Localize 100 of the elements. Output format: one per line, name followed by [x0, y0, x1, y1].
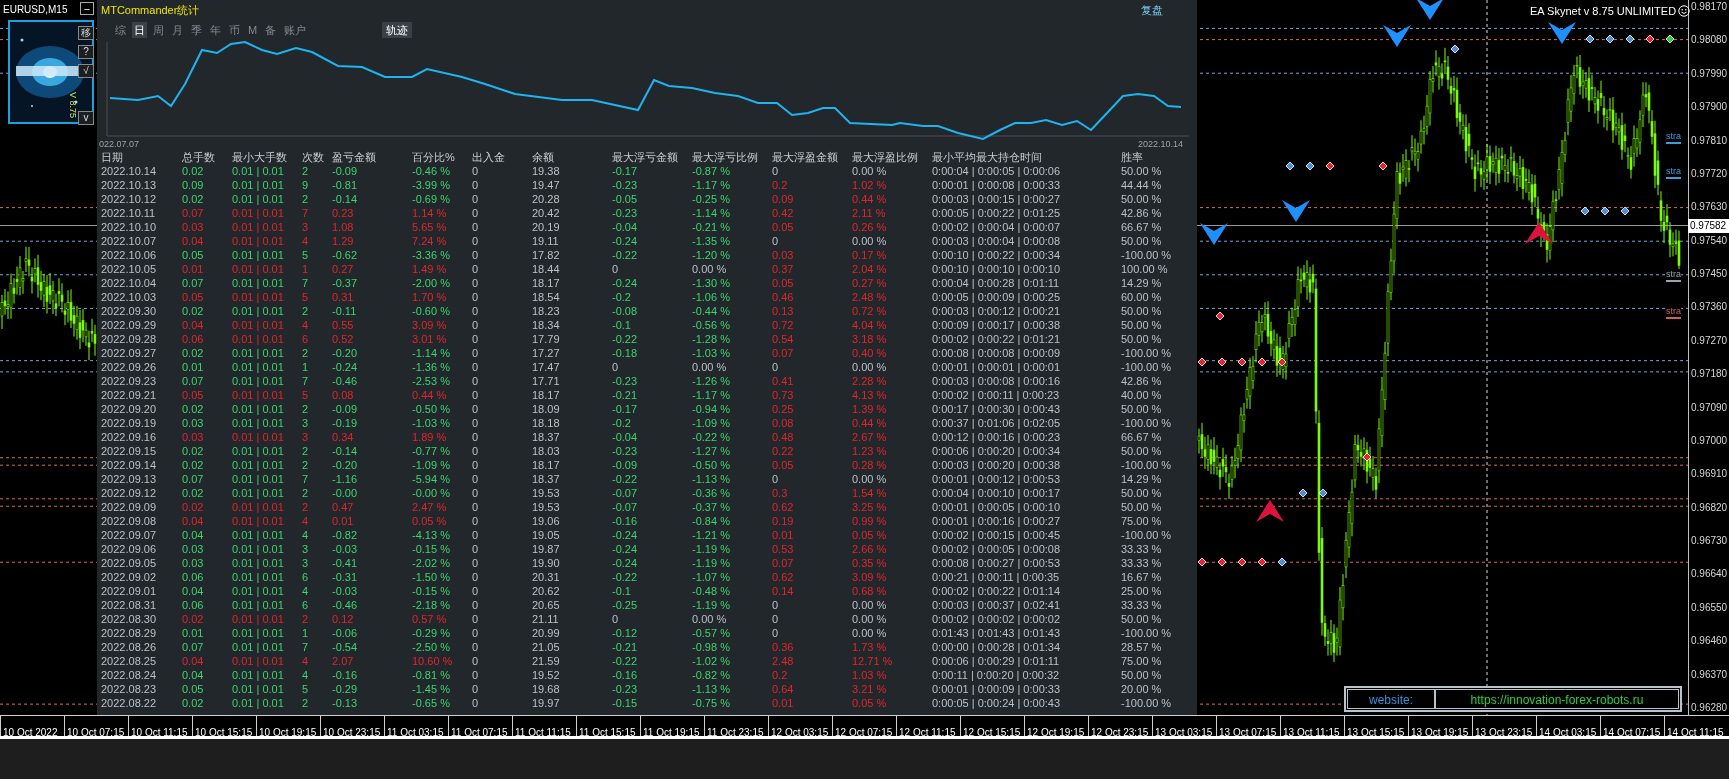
tab[interactable]: 综	[113, 22, 128, 38]
table-cell-text: 0	[472, 500, 480, 514]
website-label: website:	[1347, 689, 1435, 709]
table-cell-text: 0.47	[332, 500, 355, 514]
column-header: 余额	[532, 150, 555, 164]
table-cell-text: -0.94 %	[692, 402, 731, 416]
table-cell-text: 0.01 | 0.01	[232, 318, 285, 332]
time-axis-label: 10 Oct 11:15	[131, 727, 188, 738]
table-cell-text: -0.46 %	[412, 164, 451, 178]
price-axis-label: 0.96730	[1691, 535, 1729, 547]
table-cell-text: 0.03	[182, 556, 205, 570]
table-cell-text: 0.2	[772, 178, 789, 192]
table-cell-text: 0.01	[182, 262, 205, 276]
tab[interactable]: 日	[132, 22, 147, 38]
table-cell-text: 21.05	[532, 640, 561, 654]
website-link[interactable]: https://innovation-forex-robots.ru	[1435, 689, 1679, 709]
table-cell-text: 0:00:02 | 0:00:05 | 0:00:08	[932, 542, 1062, 556]
table-cell-text: 0:00:04 | 0:00:28 | 0:01:11	[932, 276, 1061, 290]
table-cell-text: 0	[472, 276, 480, 290]
trade-marker-icon	[1450, 44, 1460, 54]
table-cell-text: -0.22	[612, 654, 639, 668]
table-cell-text: 0.36	[772, 640, 795, 654]
table-cell-text: 0.06	[182, 570, 205, 584]
table-cell-text: 0.03	[182, 416, 205, 430]
replay-button[interactable]: 复盘	[1141, 1, 1163, 19]
table-cell-text: -1.09 %	[692, 416, 731, 430]
table-cell-text: 0.01 | 0.01	[232, 164, 285, 178]
tab[interactable]: M	[246, 22, 260, 38]
table-cell-text: -0.00	[332, 486, 359, 500]
side-button[interactable]: 移	[78, 26, 94, 40]
table-cell-text: 60.00 %	[1121, 290, 1163, 304]
table-cell-text: -3.36 %	[412, 248, 451, 262]
trade-marker-icon	[1580, 206, 1590, 216]
tab[interactable]: 季	[189, 22, 204, 38]
table-cell-text: 0	[472, 304, 480, 318]
tab[interactable]: 周	[151, 22, 166, 38]
table-cell-text: 0.06	[182, 598, 205, 612]
table-cell-text: 0:00:04 | 0:00:10 | 0:00:17	[932, 486, 1062, 500]
price-axis-label: 0.97720	[1691, 167, 1729, 180]
table-cell-text: 0.00 %	[852, 472, 888, 486]
time-axis-label: 11 Oct 11:15	[515, 727, 571, 738]
table-cell-text: 18.18	[532, 416, 561, 430]
side-button[interactable]: v	[78, 111, 94, 125]
table-cell-text: -0.07	[612, 486, 639, 500]
table-cell-text: 0:00:03 | 0:00:15 | 0:00:27	[932, 192, 1062, 206]
table-cell-text: 0:00:09 | 0:00:17 | 0:00:38	[932, 318, 1062, 332]
table-cell-text: 0:00:04 | 0:00:05 | 0:00:06	[932, 164, 1062, 178]
table-cell-text: 2022.09.26	[101, 360, 158, 374]
column-header: 日期	[101, 150, 124, 164]
table-cell-text: 0.05 %	[412, 514, 448, 528]
table-cell-text: -0.22	[612, 248, 639, 262]
tab[interactable]: 月	[170, 22, 185, 38]
table-cell-text: 0	[772, 360, 780, 374]
table-cell-text: 3.01 %	[412, 332, 448, 346]
tab[interactable]: 备	[263, 22, 279, 38]
table-cell-text: 18.44	[532, 262, 561, 276]
table-cell-text: 2022.09.30	[101, 304, 158, 318]
table-cell-text: 0.44 %	[412, 388, 448, 402]
side-button[interactable]: ?	[78, 45, 94, 59]
table-cell-text: 1.73 %	[852, 640, 888, 654]
table-cell-text: 2022.09.20	[101, 402, 158, 416]
price-axis-label: 0.96280	[1691, 701, 1729, 714]
minimize-button[interactable]: −	[80, 2, 94, 15]
table-cell-text: 2.28 %	[852, 374, 888, 388]
tab[interactable]: 币	[227, 22, 242, 38]
table-cell-text: 0.01 | 0.01	[232, 248, 285, 262]
table-cell-text: 2.11 %	[852, 206, 887, 220]
tab[interactable]: 账户	[282, 22, 309, 38]
table-cell-text: 2022.09.15	[101, 444, 158, 458]
side-button[interactable]: √	[78, 64, 94, 78]
table-cell-text: 0.28 %	[852, 458, 888, 472]
trade-marker-icon	[1325, 161, 1335, 171]
table-cell-text: -0.24	[612, 276, 639, 290]
table-cell-text: 2022.09.19	[101, 416, 158, 430]
trade-marker-icon	[1285, 161, 1295, 171]
table-cell-text: -0.06	[332, 626, 359, 640]
price-axis-label: 0.97900	[1691, 101, 1729, 114]
time-axis-label: 13 Oct 19:15	[1411, 727, 1469, 738]
table-cell-text: 18.03	[532, 444, 561, 458]
table-cell-text: -0.54	[332, 640, 359, 654]
table-cell-text: -1.06 %	[692, 290, 731, 304]
time-axis-label: 10 Oct 15:15	[195, 727, 253, 738]
table-cell-text: 2.48 %	[852, 290, 888, 304]
tab[interactable]: 年	[208, 22, 223, 38]
table-cell-text: 3.09 %	[412, 318, 448, 332]
time-axis-label: 11 Oct 03:15	[387, 727, 444, 738]
table-cell-text: 0.34	[332, 430, 355, 444]
table-cell-text: -0.69 %	[412, 192, 451, 206]
track-button[interactable]: 轨迹	[382, 22, 413, 38]
table-cell-text: 1.02 %	[852, 178, 888, 192]
table-cell-text: -0.1	[612, 318, 632, 332]
table-cell-text: 17.82	[532, 248, 561, 262]
table-cell-text: 18.17	[532, 276, 561, 290]
table-cell-text: 33.33 %	[1121, 598, 1163, 612]
time-axis-label: 11 Oct 07:15	[451, 727, 508, 738]
table-cell-text: 0.44 %	[852, 416, 888, 430]
table-cell-text: 1.23 %	[852, 444, 888, 458]
table-cell-text: 0.00 %	[692, 360, 728, 374]
column-header: 最大浮亏金额	[612, 150, 679, 164]
smiley-icon	[1678, 5, 1691, 18]
